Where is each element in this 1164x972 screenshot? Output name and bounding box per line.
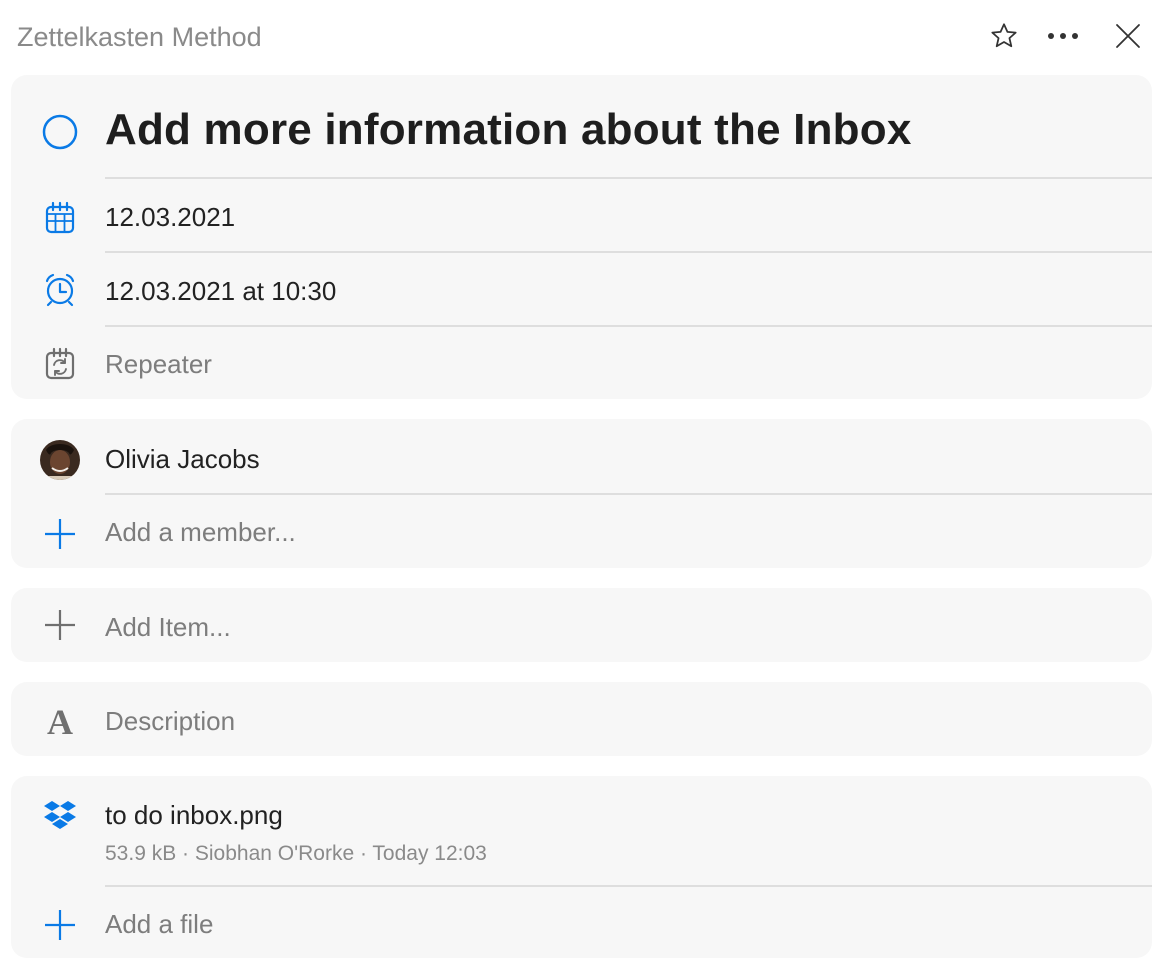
members-card: Olivia Jacobs Add a member...: [11, 419, 1152, 568]
reminder-row[interactable]: 12.03.2021 at 10:30: [11, 253, 1152, 327]
task-title-row: Add more information about the Inbox: [11, 75, 1152, 179]
add-file-label: Add a file: [105, 909, 214, 939]
due-date-row[interactable]: 12.03.2021: [11, 179, 1152, 253]
svg-text:A: A: [47, 703, 73, 739]
header-bar: Zettelkasten Method: [0, 0, 1164, 74]
repeater-row[interactable]: Repeater: [11, 327, 1152, 399]
plus-icon: [39, 604, 81, 646]
task-title[interactable]: Add more information about the Inbox: [105, 105, 912, 155]
calendar-icon: [39, 197, 81, 239]
files-card: to do inbox.png 53.9 kB · Siobhan O'Rork…: [11, 776, 1152, 958]
star-icon[interactable]: [986, 18, 1022, 54]
list-name[interactable]: Zettelkasten Method: [17, 22, 262, 53]
description-placeholder: Description: [105, 706, 236, 736]
add-member-row[interactable]: Add a member...: [11, 495, 1152, 568]
complete-checkbox-icon[interactable]: [39, 111, 81, 153]
add-item-label: Add Item...: [105, 612, 231, 642]
description-card: A Description: [11, 682, 1152, 756]
description-row[interactable]: A Description: [11, 682, 1152, 756]
task-card: Add more information about the Inbox 12.…: [11, 75, 1152, 399]
close-icon[interactable]: [1110, 18, 1146, 54]
repeat-calendar-icon: [39, 343, 81, 385]
file-name: to do inbox.png: [105, 800, 283, 830]
alarm-clock-icon: [39, 269, 81, 311]
add-member-label: Add a member...: [105, 517, 296, 547]
add-file-row[interactable]: Add a file: [11, 887, 1152, 958]
member-row[interactable]: Olivia Jacobs: [11, 419, 1152, 494]
plus-icon: [39, 513, 81, 555]
due-date-text: 12.03.2021: [105, 202, 236, 232]
dropbox-icon: [39, 794, 81, 836]
add-item-row[interactable]: Add Item...: [11, 588, 1152, 662]
file-meta: 53.9 kB · Siobhan O'Rorke · Today 12:03: [105, 842, 487, 865]
reminder-text: 12.03.2021 at 10:30: [105, 276, 337, 306]
checklist-card: Add Item...: [11, 588, 1152, 662]
text-format-icon: A: [39, 700, 81, 742]
avatar: [39, 439, 81, 481]
member-name: Olivia Jacobs: [105, 444, 260, 474]
repeater-placeholder: Repeater: [105, 349, 212, 379]
plus-icon: [39, 904, 81, 946]
file-row[interactable]: to do inbox.png 53.9 kB · Siobhan O'Rork…: [11, 776, 1152, 886]
more-icon[interactable]: [1045, 18, 1081, 54]
